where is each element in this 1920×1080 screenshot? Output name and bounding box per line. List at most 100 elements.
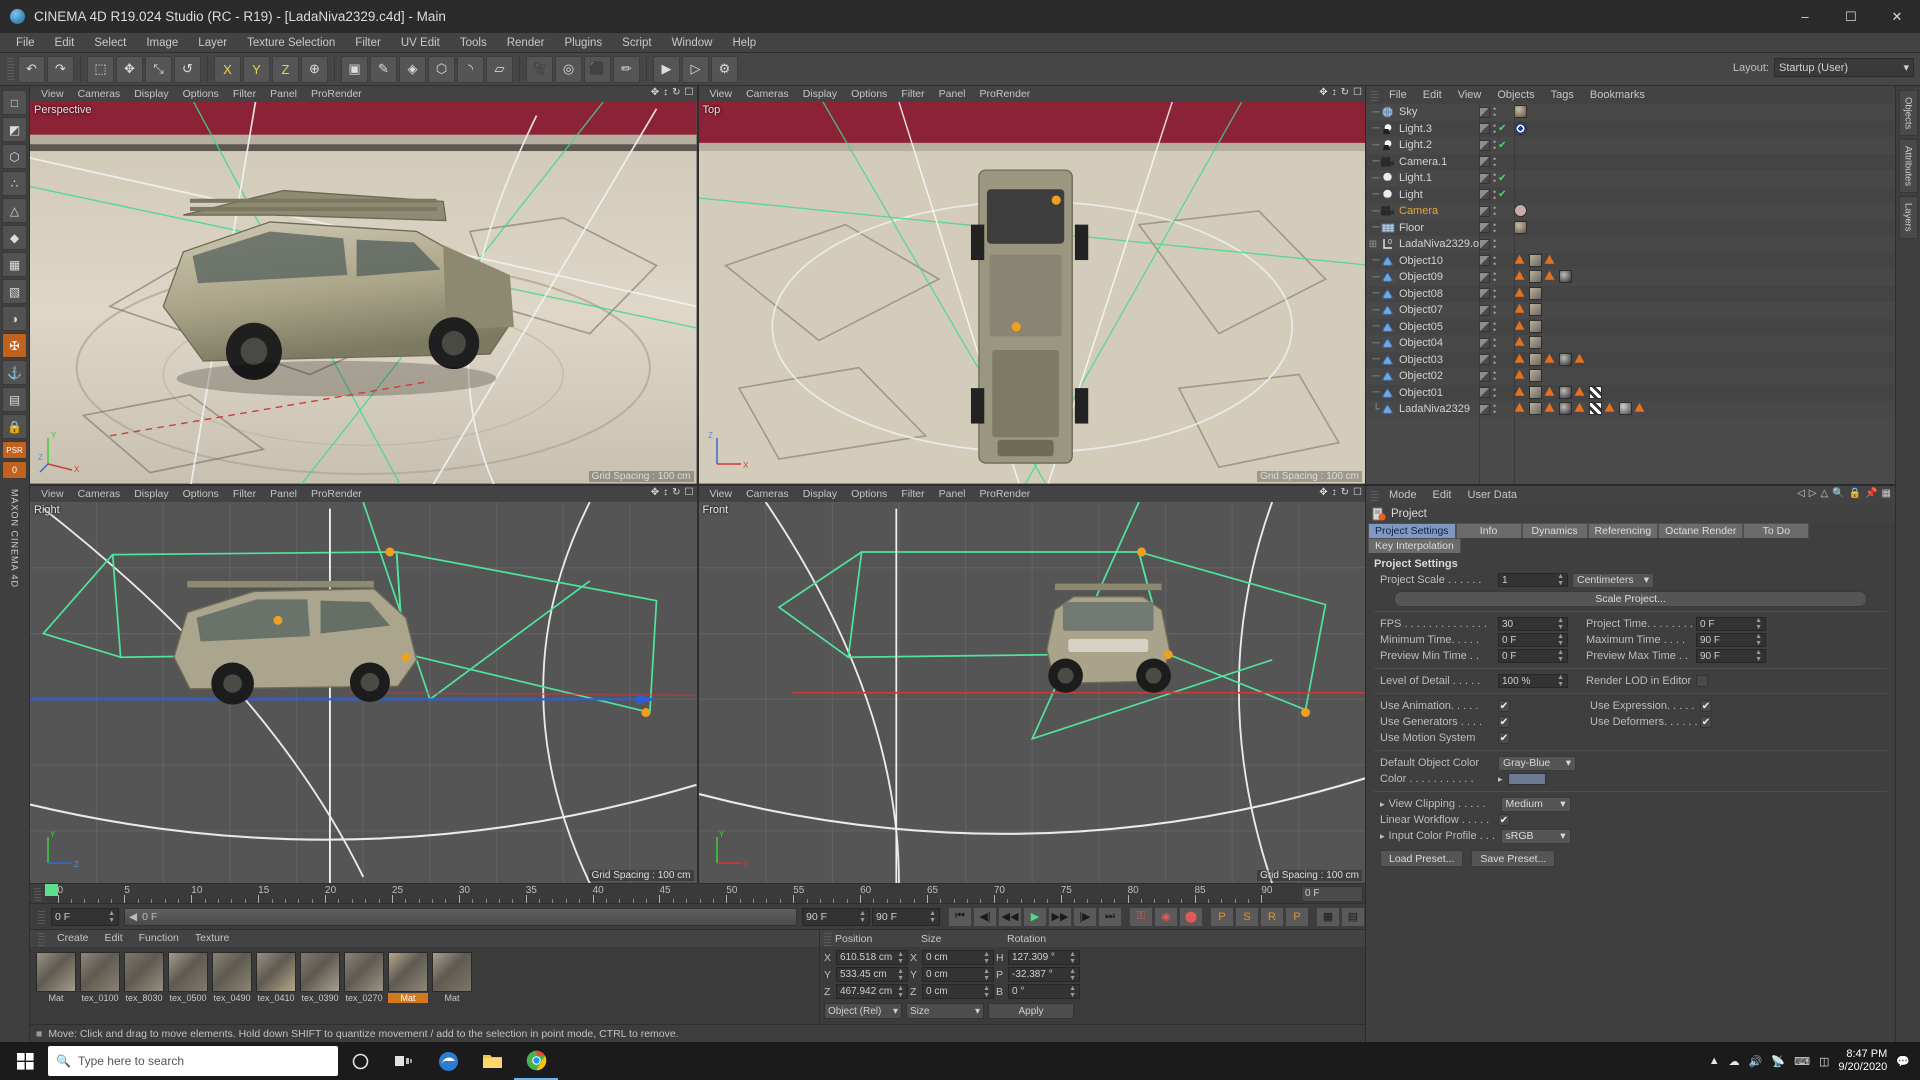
current-time-marker[interactable]: [45, 883, 58, 896]
object-name[interactable]: Object03: [1399, 354, 1443, 366]
spinner-icon[interactable]: ▲ ▼: [897, 951, 904, 965]
object-row[interactable]: ─ Light • • ✔: [1366, 186, 1895, 203]
object-tag[interactable]: [1559, 385, 1572, 399]
rotation-key-button[interactable]: R: [1260, 906, 1284, 927]
linear-workflow-checkbox[interactable]: ✔: [1498, 814, 1510, 826]
world-coordinates-button[interactable]: ⊕: [301, 55, 328, 83]
uv-points-button[interactable]: ▦: [2, 252, 27, 277]
enabled-check-icon[interactable]: ✔: [1498, 189, 1506, 200]
texture-mode-button[interactable]: ◩: [2, 117, 27, 142]
tree-expander[interactable]: └: [1366, 404, 1380, 415]
spinner-icon[interactable]: ▲ ▼: [1069, 951, 1076, 965]
material-swatch[interactable]: [80, 952, 120, 992]
viewport-canvas-top[interactable]: Top Z X Grid Spacing : 100 cm: [698, 102, 1365, 484]
menu-filter[interactable]: Filter: [345, 33, 391, 53]
spinner-icon[interactable]: ▲ ▼: [1755, 649, 1762, 663]
position-z-field[interactable]: 467.942 cm ▲ ▼: [836, 984, 908, 999]
scrub-handle-icon[interactable]: ◀: [129, 911, 137, 923]
psr-button[interactable]: PSR: [2, 441, 27, 459]
tree-expander[interactable]: ─: [1366, 206, 1380, 217]
material-item[interactable]: tex_0390: [300, 952, 340, 1019]
viewport-scale-icon[interactable]: ↕: [1332, 487, 1337, 498]
material-swatch[interactable]: [124, 952, 164, 992]
viewport-menu-perspective-prorender[interactable]: ProRender: [304, 86, 369, 102]
visibility-dots-toggle[interactable]: [1479, 172, 1490, 184]
task-view-button[interactable]: [382, 1042, 426, 1080]
attribute-menu-user-data[interactable]: User Data: [1460, 486, 1526, 504]
object-tag[interactable]: [1574, 402, 1587, 415]
material-swatch[interactable]: [388, 952, 428, 992]
visibility-dots-toggle[interactable]: [1479, 304, 1490, 316]
render-view-button[interactable]: ▶: [653, 55, 680, 83]
light-button[interactable]: ◎: [555, 55, 582, 83]
visibility-dots[interactable]: • •: [1493, 138, 1496, 153]
viewport-rotate-icon[interactable]: ↻: [1341, 487, 1349, 498]
object-menu-edit[interactable]: Edit: [1415, 86, 1450, 104]
menu-render[interactable]: Render: [497, 33, 555, 53]
object-tag[interactable]: [1589, 402, 1602, 415]
viewport-scale-icon[interactable]: ↕: [1332, 87, 1337, 98]
spline-pen-button[interactable]: ✎: [370, 55, 397, 83]
visibility-dots[interactable]: • •: [1493, 303, 1496, 318]
attribute-menu-edit[interactable]: Edit: [1425, 486, 1460, 504]
viewport-canvas-front[interactable]: Front Y X Grid Spacing : 100 cm: [698, 501, 1365, 883]
visibility-dots[interactable]: • •: [1493, 286, 1496, 301]
previous-key-button[interactable]: ◀|: [973, 906, 997, 927]
spinner-icon[interactable]: ▲ ▼: [1069, 985, 1076, 999]
enabled-check-icon[interactable]: ✔: [1498, 173, 1506, 184]
viewport-rotate-icon[interactable]: ↻: [1341, 87, 1349, 98]
object-name[interactable]: Light: [1399, 189, 1423, 201]
project-scale-unit-select[interactable]: Centimeters ▾: [1572, 572, 1654, 588]
visibility-dots-toggle[interactable]: [1479, 387, 1490, 399]
viewport-menu-right-display[interactable]: Display: [127, 486, 175, 502]
object-name[interactable]: Object08: [1399, 288, 1443, 300]
render-settings-button[interactable]: ⚙: [711, 55, 738, 83]
object-tag[interactable]: [1514, 353, 1527, 366]
visibility-dots-toggle[interactable]: [1479, 255, 1490, 267]
viewport-maximize-icon[interactable]: ☐: [1353, 487, 1362, 498]
viewport-menu-perspective-display[interactable]: Display: [127, 86, 175, 102]
visibility-dots-toggle[interactable]: [1479, 189, 1490, 201]
tree-expander[interactable]: ─: [1366, 255, 1380, 266]
object-tag[interactable]: [1514, 287, 1527, 300]
attribute-tab-project-settings[interactable]: Project Settings: [1368, 523, 1456, 538]
tree-expander[interactable]: ─: [1366, 123, 1380, 134]
visibility-dots-toggle[interactable]: [1479, 205, 1490, 217]
size-y-field[interactable]: 0 cm ▲ ▼: [922, 967, 994, 982]
dock-tab-attributes[interactable]: Attributes: [1898, 139, 1918, 194]
material-swatch[interactable]: [344, 952, 384, 992]
viewport-maximize-icon[interactable]: ☐: [685, 87, 694, 98]
object-tag[interactable]: [1634, 402, 1647, 415]
object-name[interactable]: Object01: [1399, 387, 1443, 399]
object-row[interactable]: ─ Light.1 • • ✔: [1366, 170, 1895, 187]
visibility-dots-toggle[interactable]: [1479, 123, 1490, 135]
position-y-field[interactable]: 533.45 cm ▲ ▼: [836, 967, 908, 982]
search-icon[interactable]: 🔍: [1832, 488, 1844, 499]
file-explorer-button[interactable]: [470, 1042, 514, 1080]
workplane-button[interactable]: ▤: [2, 387, 27, 412]
lock-icon[interactable]: 🔒: [1849, 488, 1861, 499]
viewport-menu-perspective-cameras[interactable]: Cameras: [71, 86, 128, 102]
x-axis-button[interactable]: X: [214, 55, 241, 83]
fps-field[interactable]: 30 ▲ ▼: [1498, 617, 1568, 631]
viewport-menu-top-filter[interactable]: Filter: [894, 86, 931, 102]
object-row[interactable]: ─ Sky • •: [1366, 104, 1895, 121]
size-x-field[interactable]: 0 cm ▲ ▼: [922, 950, 994, 965]
material-item[interactable]: Mat: [36, 952, 76, 1019]
next-frame-button[interactable]: ▶▶: [1048, 906, 1072, 927]
visibility-dots[interactable]: • •: [1493, 385, 1496, 400]
view-clipping-select[interactable]: Medium ▾: [1500, 796, 1571, 812]
spinner-icon[interactable]: ▲ ▼: [1557, 649, 1564, 663]
material-item[interactable]: tex_8030: [124, 952, 164, 1019]
tree-expander[interactable]: ─: [1366, 305, 1380, 316]
object-tag[interactable]: [1529, 319, 1542, 333]
camera-button[interactable]: 🎥: [526, 55, 553, 83]
material-swatch[interactable]: [168, 952, 208, 992]
spinner-icon[interactable]: ▲ ▼: [1069, 968, 1076, 982]
spinner-icon[interactable]: ▲ ▼: [983, 951, 990, 965]
visibility-dots-toggle[interactable]: [1479, 156, 1490, 168]
attribute-tab-info[interactable]: Info: [1455, 523, 1522, 538]
load-preset-button[interactable]: Load Preset...: [1380, 850, 1464, 867]
pin-icon[interactable]: 📌: [1865, 488, 1877, 499]
tree-expander[interactable]: ─: [1366, 321, 1380, 332]
